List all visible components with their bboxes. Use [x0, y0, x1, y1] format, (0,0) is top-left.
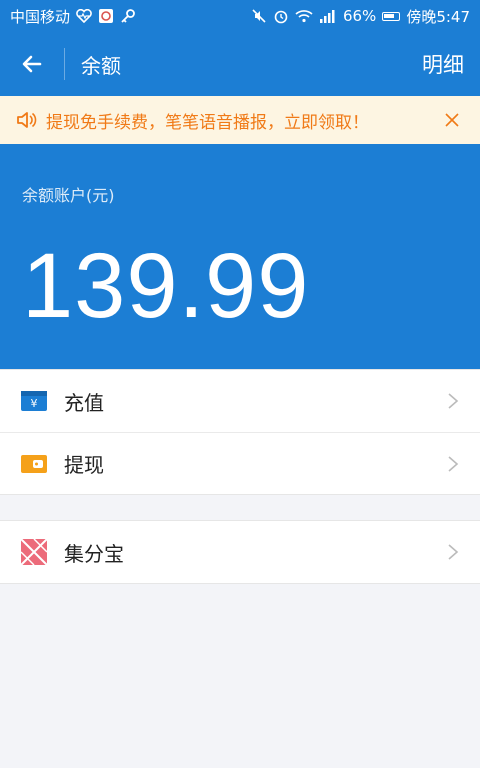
- app-notification-icon: [98, 8, 114, 24]
- status-bar: 中国移动 66% 傍晚5:47: [0, 0, 480, 32]
- menu-item-withdraw[interactable]: 提现: [0, 432, 480, 494]
- back-arrow-icon: [22, 55, 42, 73]
- menu-label-withdraw: 提现: [64, 453, 104, 477]
- signal-icon: [319, 9, 337, 23]
- status-time: 傍晚5:47: [406, 7, 470, 26]
- balance-amount: 139.99: [22, 235, 310, 337]
- svg-text:¥: ¥: [31, 397, 38, 410]
- promo-notice[interactable]: 提现免手续费，笔笔语音播报，立即领取！: [0, 96, 480, 144]
- detail-button[interactable]: 明细: [422, 49, 464, 79]
- speaker-icon: [16, 110, 38, 130]
- close-icon: [445, 113, 459, 127]
- key-icon: [120, 8, 136, 24]
- alarm-icon: [273, 8, 289, 24]
- battery-percent: 66%: [342, 7, 377, 25]
- back-button[interactable]: [0, 32, 64, 96]
- app-bar-divider: [64, 48, 65, 80]
- balance-card: 余额账户(元) 139.99: [0, 144, 480, 369]
- page-title: 余额: [81, 53, 121, 78]
- menu-label-jifenbao: 集分宝: [64, 541, 124, 566]
- menu-item-jifenbao[interactable]: 集分宝: [0, 521, 480, 583]
- chevron-right-icon: [448, 393, 459, 409]
- menu-label-recharge: 充值: [64, 390, 104, 415]
- chevron-right-icon: [448, 455, 459, 472]
- balance-label: 余额账户(元): [22, 186, 115, 205]
- menu-group-points: 集分宝: [0, 520, 480, 584]
- app-bar: 余额 明细: [0, 32, 480, 96]
- health-icon: [76, 9, 92, 23]
- notice-text: 提现免手续费，笔笔语音播报，立即领取！: [46, 112, 369, 133]
- chevron-right-icon: [448, 544, 459, 560]
- withdraw-icon: [20, 450, 48, 478]
- jifenbao-icon: [20, 538, 48, 566]
- mute-icon: [251, 8, 267, 24]
- close-notice-button[interactable]: [440, 108, 464, 132]
- menu-group-funds: ¥ 充值 提现: [0, 369, 480, 495]
- carrier-name: 中国移动: [10, 7, 71, 26]
- menu-item-recharge[interactable]: ¥ 充值: [0, 370, 480, 432]
- recharge-icon: ¥: [20, 387, 48, 415]
- battery-icon: [382, 11, 401, 21]
- wifi-icon: [295, 9, 313, 23]
